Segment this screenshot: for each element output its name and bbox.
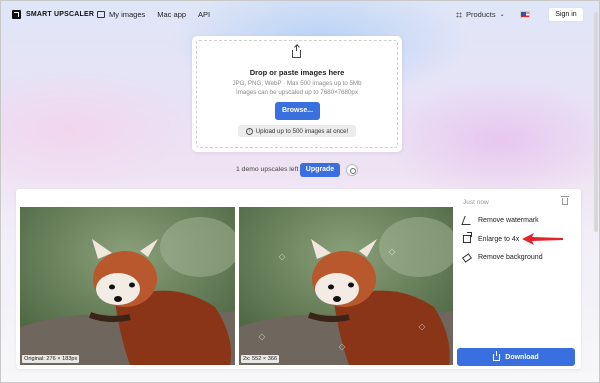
window-border — [0, 0, 600, 383]
